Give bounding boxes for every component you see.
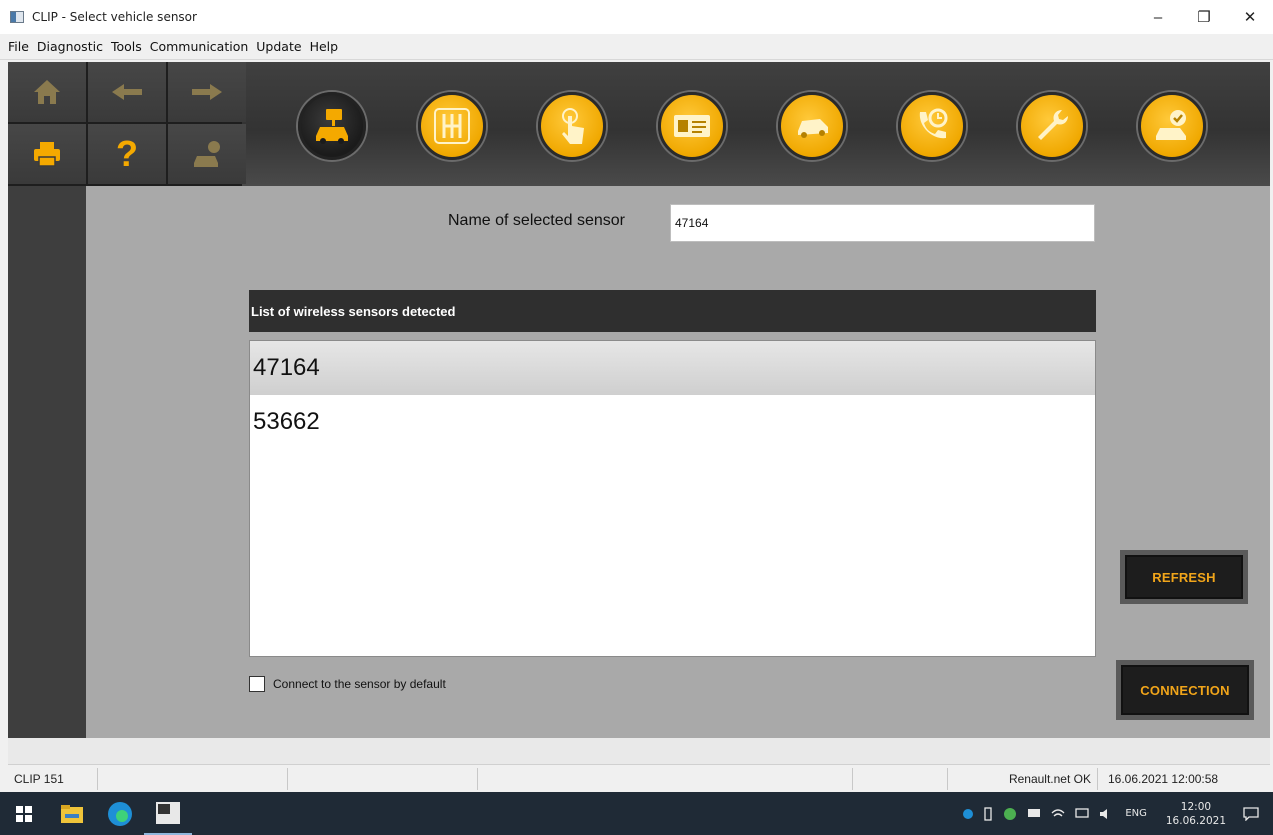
- usb-icon[interactable]: [983, 806, 993, 821]
- id-card-button[interactable]: [658, 92, 726, 160]
- app-window: CLIP - Select vehicle sensor – ❐ ✕ File …: [0, 0, 1273, 835]
- menu-bar: File Diagnostic Tools Communication Upda…: [0, 34, 1273, 60]
- monitor-icon[interactable]: [1075, 807, 1089, 820]
- menu-file[interactable]: File: [4, 39, 33, 54]
- menu-help[interactable]: Help: [306, 39, 343, 54]
- display-icon[interactable]: [1027, 808, 1041, 820]
- language-indicator[interactable]: ENG: [1125, 808, 1147, 819]
- restore-button[interactable]: ❐: [1181, 0, 1227, 34]
- notifications-icon[interactable]: [1243, 806, 1259, 821]
- default-connect-option[interactable]: Connect to the sensor by default: [249, 676, 446, 692]
- vehicle-info-icon: [194, 141, 220, 167]
- back-arrow-icon: [112, 84, 142, 100]
- phone-support-icon: [919, 108, 948, 139]
- main-panel: ? Name of selected sensor 47164 List of …: [8, 62, 1270, 738]
- bottom-strip: [8, 738, 1270, 764]
- vehicle-sensor-icon: [316, 109, 348, 144]
- menu-diagnostic[interactable]: Diagnostic: [33, 39, 107, 54]
- windows-icon: [16, 805, 32, 822]
- vehicle-scan-icon: [798, 119, 828, 138]
- vehicle-sensor-button[interactable]: [298, 92, 366, 160]
- file-explorer-button[interactable]: [48, 792, 96, 835]
- home-button[interactable]: [8, 62, 86, 122]
- volume-icon[interactable]: [1099, 808, 1115, 820]
- status-segment: [853, 767, 948, 790]
- vehicle-check-button[interactable]: [1138, 92, 1206, 160]
- taskbar: ENG 12:00 16.06.2021: [0, 792, 1273, 835]
- system-tray: ENG 12:00 16.06.2021: [958, 792, 1273, 835]
- clip-app-icon: [156, 801, 180, 824]
- taskbar-date: 16.06.2021: [1165, 814, 1226, 827]
- print-button[interactable]: [8, 124, 86, 184]
- sensor-list: 47164 53662: [249, 340, 1096, 657]
- close-button[interactable]: ✕: [1227, 0, 1273, 34]
- help-icon: ?: [116, 133, 138, 174]
- refresh-button[interactable]: REFRESH: [1120, 550, 1248, 604]
- network-status-icon[interactable]: [1003, 807, 1017, 821]
- clip-app-button[interactable]: [144, 792, 192, 835]
- status-segment: [98, 767, 288, 790]
- vehicle-check-icon: [1156, 110, 1186, 140]
- vehicle-scan-button[interactable]: [778, 92, 846, 160]
- printer-icon: [34, 142, 60, 167]
- vehicle-info-button[interactable]: [168, 124, 246, 184]
- left-sidebar: [8, 186, 86, 738]
- status-device: CLIP 151: [8, 767, 98, 790]
- status-datetime: 16.06.2021 12:00:58: [1108, 771, 1219, 786]
- toolbar: ?: [8, 62, 1270, 186]
- wrench-icon: [1038, 110, 1068, 140]
- function-bar: [298, 92, 1206, 162]
- edge-icon: [108, 801, 132, 826]
- status-segment: [478, 767, 853, 790]
- sensor-name-field[interactable]: 47164: [670, 204, 1095, 242]
- connection-button[interactable]: CONNECTION: [1116, 660, 1254, 720]
- app-icon: [10, 11, 24, 23]
- window-controls: – ❐ ✕: [1135, 0, 1273, 34]
- touch-icon: [562, 108, 584, 144]
- id-card-icon: [674, 115, 710, 137]
- list-item[interactable]: 53662: [250, 395, 1095, 449]
- sensor-name-label: Name of selected sensor: [448, 212, 625, 229]
- taskbar-time: 12:00: [1180, 800, 1212, 813]
- default-connect-checkbox[interactable]: [249, 676, 265, 692]
- bluetooth-icon[interactable]: [963, 807, 974, 821]
- touch-button[interactable]: [538, 92, 606, 160]
- help-button[interactable]: ?: [88, 124, 166, 184]
- start-button[interactable]: [0, 792, 48, 835]
- list-item[interactable]: 47164: [250, 341, 1095, 395]
- taskbar-clock[interactable]: 12:00 16.06.2021: [1166, 800, 1226, 828]
- menu-communication[interactable]: Communication: [146, 39, 253, 54]
- status-network: Renault.net OK: [948, 767, 1098, 790]
- wrench-button[interactable]: [1018, 92, 1086, 160]
- forward-button[interactable]: [168, 62, 246, 122]
- home-icon: [34, 80, 60, 104]
- folder-icon: [61, 804, 83, 823]
- gearbox-icon: [434, 108, 470, 144]
- menu-tools[interactable]: Tools: [107, 39, 146, 54]
- browser-button[interactable]: [96, 792, 144, 835]
- wifi-icon[interactable]: [1051, 808, 1065, 820]
- default-connect-label: Connect to the sensor by default: [273, 677, 446, 691]
- phone-support-button[interactable]: [898, 92, 966, 160]
- menu-update[interactable]: Update: [252, 39, 305, 54]
- status-segment: [288, 767, 478, 790]
- title-bar: CLIP - Select vehicle sensor – ❐ ✕: [0, 0, 1273, 34]
- forward-arrow-icon: [192, 84, 222, 100]
- minimize-button[interactable]: –: [1135, 0, 1181, 34]
- gearbox-button[interactable]: [418, 92, 486, 160]
- sensor-list-header: List of wireless sensors detected: [249, 290, 1096, 332]
- back-button[interactable]: [88, 62, 166, 122]
- nav-grid: ?: [8, 62, 246, 186]
- window-title: CLIP - Select vehicle sensor: [32, 10, 197, 24]
- status-bar: CLIP 151 Renault.net OK 16.06.2021 12:00…: [8, 764, 1270, 792]
